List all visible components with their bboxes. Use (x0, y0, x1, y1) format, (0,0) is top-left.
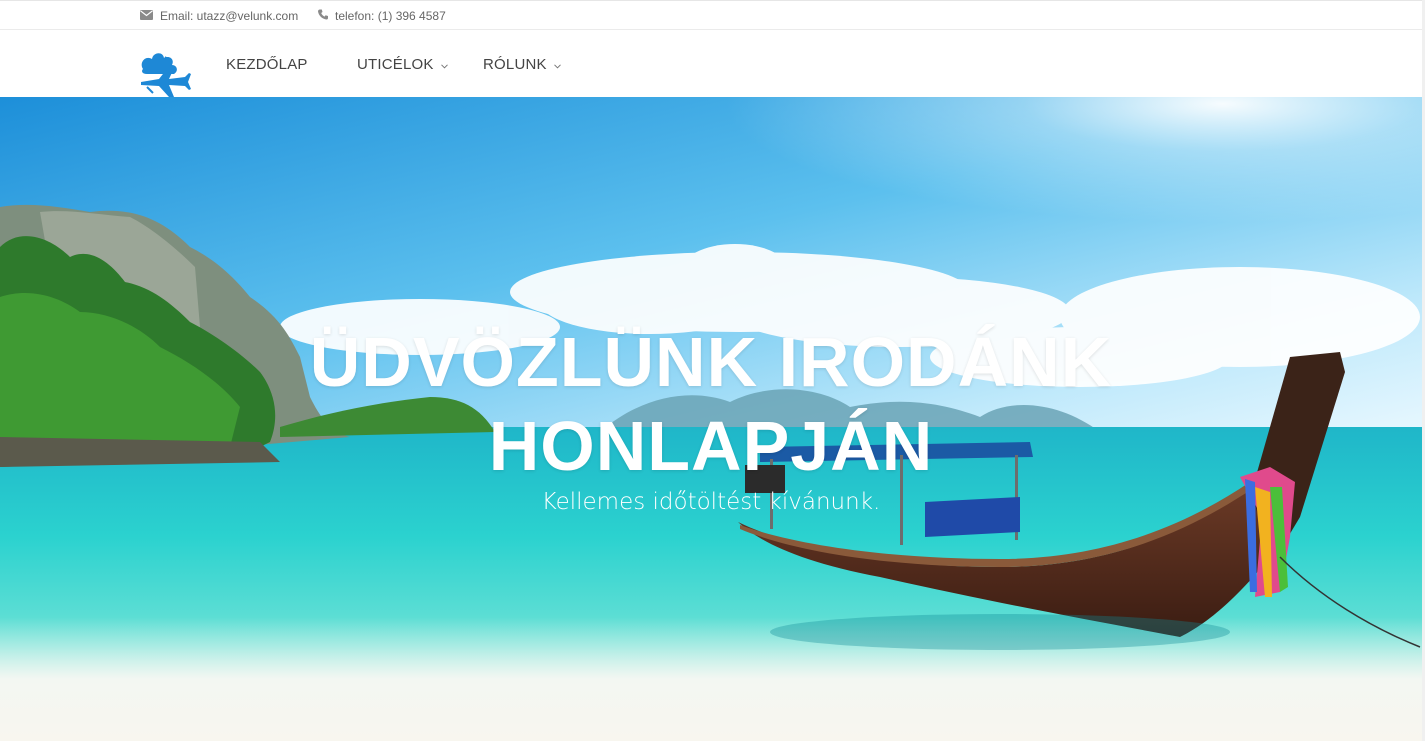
chevron-down-icon (553, 56, 561, 73)
main-navbar: KEZDŐLAP UTICÉLOK RÓLUNK (0, 31, 1425, 97)
chevron-down-icon (440, 56, 448, 73)
nav-item-destinations[interactable]: UTICÉLOK (357, 31, 448, 97)
envelope-icon (140, 9, 153, 23)
nav-item-about[interactable]: RÓLUNK (483, 31, 561, 97)
nav-item-label: KEZDŐLAP (226, 55, 308, 73)
hero-banner: ÜDVÖZLÜNK IRODÁNK HONLAPJÁN Kellemes idő… (0, 97, 1422, 741)
hero-title-line1: ÜDVÖZLÜNK IRODÁNK (309, 323, 1113, 401)
plane-cloud-logo[interactable] (139, 49, 191, 97)
phone-icon (318, 9, 328, 23)
hero-title-line2: HONLAPJÁN (488, 407, 934, 485)
phone-text: telefon: (1) 396 4587 (335, 9, 446, 23)
nav-item-label: RÓLUNK (483, 55, 547, 73)
phone-contact[interactable]: telefon: (1) 396 4587 (318, 1, 446, 31)
email-text: Email: utazz@velunk.com (160, 9, 299, 23)
email-contact[interactable]: Email: utazz@velunk.com (140, 1, 298, 31)
nav-item-label: UTICÉLOK (357, 55, 434, 73)
hero-title: ÜDVÖZLÜNK IRODÁNK HONLAPJÁN (0, 320, 1422, 488)
top-contact-bar: Email: utazz@velunk.com telefon: (1) 396… (0, 0, 1425, 30)
hero-subtitle: Kellemes időtöltést kívánunk. (541, 489, 881, 515)
nav-item-home[interactable]: KEZDŐLAP (226, 31, 308, 97)
